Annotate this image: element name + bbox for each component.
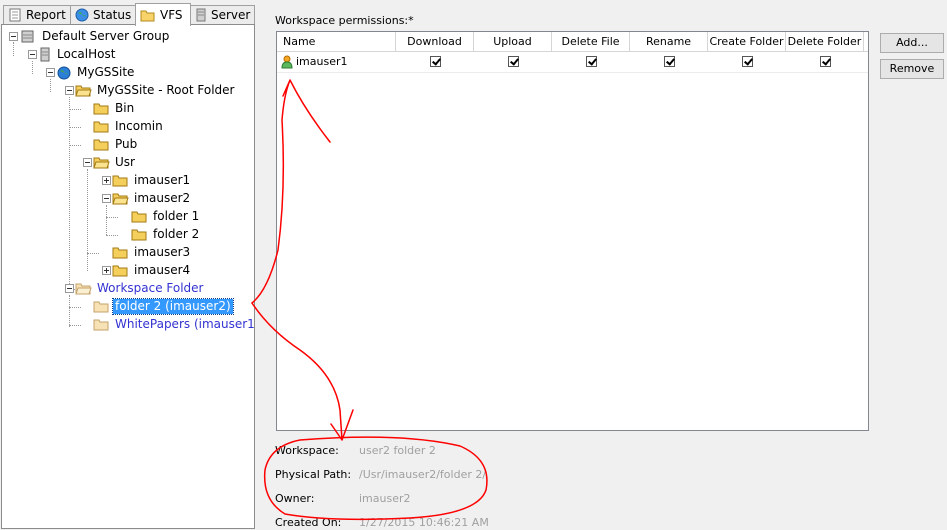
- rename-checkbox[interactable]: [663, 56, 675, 67]
- workspace-label: Workspace:: [275, 444, 339, 457]
- created-on-label: Created On:: [275, 516, 342, 529]
- grid-header: Name Download Upload Delete File Rename …: [277, 32, 868, 52]
- globe-icon: [57, 66, 71, 80]
- vfs-panel: Report Status VFS Server Default Server …: [0, 0, 256, 529]
- tree-item-folder2[interactable]: folder 2: [131, 226, 201, 243]
- delete-file-checkbox[interactable]: [585, 56, 597, 67]
- tree-item-usr[interactable]: Usr: [93, 154, 137, 171]
- folder-icon: [93, 103, 109, 115]
- workspace-folder-icon: [93, 301, 109, 313]
- folder-icon: [112, 247, 128, 259]
- server-group-icon: [21, 30, 34, 43]
- tree-item-ws-whitepapers[interactable]: WhitePapers (imauser1): [93, 316, 254, 333]
- permissions-title: Workspace permissions:*: [275, 14, 414, 27]
- folder-open-icon: [112, 193, 129, 205]
- delete-folder-checkbox[interactable]: [819, 56, 831, 67]
- tree-item-imauser4[interactable]: imauser4: [112, 262, 192, 279]
- add-button[interactable]: Add...: [880, 33, 944, 53]
- tree-item-imauser3[interactable]: imauser3: [112, 244, 192, 261]
- folder-icon: [131, 229, 147, 241]
- workspace-details-panel: Workspace permissions:* Name Download Up…: [261, 0, 947, 529]
- table-row[interactable]: imauser1: [277, 52, 868, 71]
- tree-item-folder1[interactable]: folder 1: [131, 208, 201, 225]
- workspace-value: user2 folder 2: [359, 444, 436, 457]
- folder-icon: [112, 175, 128, 187]
- folder-open-icon: [93, 157, 110, 169]
- created-on-value: 1/27/2015 10:46:21 AM: [359, 516, 489, 529]
- folder-icon: [131, 211, 147, 223]
- folder-icon: [93, 139, 109, 151]
- globe-icon: [75, 8, 89, 22]
- tab-vfs[interactable]: VFS: [135, 3, 191, 26]
- tree-item-server-group[interactable]: Default Server Group: [19, 28, 171, 45]
- owner-value: imauser2: [359, 492, 411, 505]
- tree-item-incomin[interactable]: Incomin: [93, 118, 165, 135]
- tab-label: Report: [26, 8, 66, 22]
- folder-icon: [112, 265, 128, 277]
- report-icon: [9, 8, 21, 22]
- workspace-info: Workspace: user2 folder 2: [275, 444, 575, 458]
- folder-icon: [140, 10, 155, 22]
- tab-label: Status: [93, 8, 132, 22]
- created-on-info: Created On: 1/27/2015 10:46:21 AM: [275, 516, 575, 530]
- tab-label: VFS: [160, 8, 183, 22]
- tree-item-bin[interactable]: Bin: [93, 100, 136, 117]
- owner-info: Owner: imauser2: [275, 492, 575, 506]
- tab-strip: Report Status VFS Server: [3, 3, 255, 26]
- column-header-name[interactable]: Name: [277, 32, 396, 51]
- tab-server[interactable]: Server: [190, 5, 255, 24]
- physical-path-info: Physical Path: /Usr/imauser2/folder 2/: [275, 468, 575, 482]
- column-header-delete-file[interactable]: Delete File: [552, 32, 630, 51]
- column-header-create-folder[interactable]: Create Folder: [708, 32, 786, 51]
- physical-path-label: Physical Path:: [275, 468, 352, 481]
- folder-open-icon: [75, 85, 92, 97]
- tab-label: Server: [211, 8, 251, 22]
- column-header-rename[interactable]: Rename: [630, 32, 708, 51]
- tab-status[interactable]: Status: [70, 5, 136, 24]
- workspace-folder-icon: [93, 319, 109, 331]
- vfs-tree[interactable]: Default Server Group LocalHost MyGSSite …: [1, 24, 255, 529]
- workspace-folder-icon: [75, 283, 92, 295]
- physical-path-value: /Usr/imauser2/folder 2/: [359, 468, 487, 481]
- tree-item-site[interactable]: MyGSSite: [56, 64, 136, 81]
- server-icon: [40, 47, 50, 62]
- create-folder-checkbox[interactable]: [741, 56, 753, 67]
- remove-button[interactable]: Remove: [880, 59, 944, 79]
- cell-user-name: imauser1: [277, 52, 396, 71]
- column-header-upload[interactable]: Upload: [474, 32, 552, 51]
- tree-item-imauser1[interactable]: imauser1: [112, 172, 192, 189]
- permissions-grid[interactable]: Name Download Upload Delete File Rename …: [276, 31, 869, 431]
- tree-item-root-folder[interactable]: MyGSSite - Root Folder: [75, 82, 236, 99]
- owner-label: Owner:: [275, 492, 315, 505]
- folder-icon: [93, 121, 109, 133]
- server-icon: [196, 8, 206, 22]
- download-checkbox[interactable]: [429, 56, 441, 67]
- tree-item-localhost[interactable]: LocalHost: [38, 46, 117, 63]
- tree-item-workspace-folder[interactable]: Workspace Folder: [75, 280, 206, 297]
- tree-item-pub[interactable]: Pub: [93, 136, 139, 153]
- tree-item-imauser2[interactable]: imauser2: [112, 190, 192, 207]
- user-icon: [281, 55, 293, 68]
- tree-item-ws-folder2[interactable]: folder 2 (imauser2): [93, 298, 234, 315]
- tab-report[interactable]: Report: [3, 5, 71, 24]
- column-header-delete-folder[interactable]: Delete Folder: [786, 32, 864, 51]
- column-header-download[interactable]: Download: [396, 32, 474, 51]
- upload-checkbox[interactable]: [507, 56, 519, 67]
